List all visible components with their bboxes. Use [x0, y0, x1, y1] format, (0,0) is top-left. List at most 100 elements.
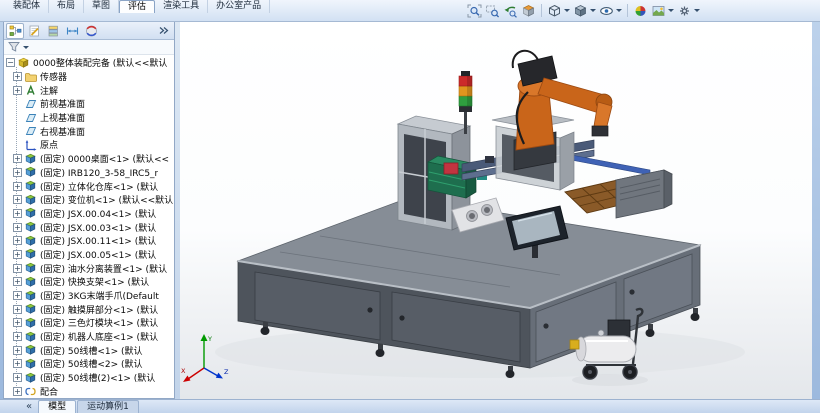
tree-item-label: (固定) 立体化仓库<1> (默认	[40, 182, 159, 193]
expander-icon[interactable]	[13, 332, 22, 342]
panel-tab-featuremanager[interactable]	[6, 22, 24, 39]
tree-root-item[interactable]: 0000整体装配完备 (默认<<默认	[4, 56, 174, 70]
expander-icon[interactable]	[13, 359, 22, 369]
tree-item-label: (固定) 三色灯模块<1> (默认	[40, 319, 159, 330]
tree-item[interactable]: (固定) 快换支架<1> (默认	[13, 275, 174, 289]
tree-item[interactable]: (固定) 油水分离装置<1> (默认	[13, 261, 174, 275]
graphics-area[interactable]: Y X Z	[180, 22, 812, 399]
expander-icon[interactable]	[13, 127, 22, 136]
expander-icon[interactable]	[13, 167, 22, 177]
tree-item[interactable]: (固定) 50线槽(2)<1> (默认	[13, 371, 174, 385]
ribbon-tab[interactable]: 草图	[84, 0, 120, 13]
tree-item[interactable]: 注解	[13, 83, 174, 97]
tree-item-label: (固定) 触摸屏部分<1> (默认	[40, 305, 159, 316]
view-orientation-icon[interactable]	[546, 3, 563, 19]
tree-item[interactable]: (固定) 变位机<1> (默认<<默认	[13, 193, 174, 207]
mates-icon	[24, 385, 38, 397]
view-settings-icon[interactable]	[676, 3, 693, 19]
apply-scene-icon[interactable]	[650, 3, 667, 19]
expander-icon[interactable]	[13, 72, 22, 82]
hide-show-items-icon[interactable]	[598, 3, 615, 19]
study-tab[interactable]: 运动算例1	[77, 400, 139, 413]
tree-item-label: 注解	[40, 86, 59, 97]
tree-item[interactable]: (固定) 50线槽<2> (默认	[13, 357, 174, 371]
expander-icon[interactable]	[13, 345, 22, 355]
ribbon-tab[interactable]: 渲染工具	[155, 0, 209, 13]
component-icon	[24, 276, 38, 288]
study-tab[interactable]: 模型	[38, 400, 77, 413]
expander-icon[interactable]	[13, 318, 22, 328]
expander-icon[interactable]	[13, 154, 22, 164]
filter-icon[interactable]	[7, 38, 21, 57]
tree-item[interactable]: 配合	[13, 385, 174, 399]
tree-item[interactable]: (固定) 3KG末端手爪(Default	[13, 289, 174, 303]
tree-item[interactable]: (固定) JSX.00.05<1> (默认	[13, 248, 174, 262]
3d-model[interactable]: Y X Z	[180, 22, 812, 399]
panel-tab-dimxpertmanager[interactable]	[63, 23, 81, 39]
tree-item[interactable]: 上视基准面	[13, 111, 174, 125]
tree-item[interactable]: (固定) JSX.00.03<1> (默认	[13, 220, 174, 234]
component-icon	[24, 290, 38, 302]
ribbon-tab[interactable]: 装配体	[5, 0, 50, 13]
tree-item[interactable]: (固定) 机器人底座<1> (默认	[13, 330, 174, 344]
tree-item-label: (固定) 变位机<1> (默认<<默认	[40, 196, 174, 207]
tree-filter-row	[4, 40, 174, 55]
tree-item[interactable]: (固定) 立体化仓库<1> (默认	[13, 179, 174, 193]
tree-item-label: 前视基准面	[40, 100, 86, 111]
tree-item[interactable]: (固定) 三色灯模块<1> (默认	[13, 316, 174, 330]
panel-tab-propertymanager[interactable]	[25, 23, 43, 39]
component-icon	[24, 235, 38, 247]
tree-item[interactable]: (固定) 50线槽<1> (默认	[13, 343, 174, 357]
tree-item[interactable]: 前视基准面	[13, 97, 174, 111]
expander-icon[interactable]	[13, 386, 22, 396]
expander-icon[interactable]	[13, 222, 22, 232]
folder-icon	[24, 71, 38, 83]
edit-appearance-icon[interactable]	[632, 3, 649, 19]
zoom-area-icon[interactable]	[484, 3, 501, 19]
ribbon-tab[interactable]: 评估	[119, 0, 156, 13]
dropdown-caret-icon[interactable]	[668, 9, 674, 12]
display-style-icon[interactable]	[572, 3, 589, 19]
expander-icon[interactable]	[13, 373, 22, 383]
expander-icon[interactable]	[13, 99, 22, 108]
expander-icon[interactable]	[13, 140, 22, 149]
expander-icon[interactable]	[13, 208, 22, 218]
expander-icon[interactable]	[13, 85, 22, 95]
controller-box[interactable]	[614, 169, 674, 219]
ribbon-tab[interactable]: 布局	[49, 0, 85, 13]
dropdown-caret-icon[interactable]	[590, 9, 596, 12]
expander-icon[interactable]	[13, 277, 22, 287]
dropdown-caret-icon[interactable]	[694, 9, 700, 12]
tree-item[interactable]: (固定) IRB120_3-58_IRC5_r	[13, 166, 174, 180]
zoom-fit-icon[interactable]	[466, 3, 483, 19]
tree-item[interactable]: 右视基准面	[13, 124, 174, 138]
dropdown-caret-icon[interactable]	[564, 9, 570, 12]
panel-tab-displaymanager[interactable]	[82, 23, 100, 39]
tree-item[interactable]: 原点	[13, 138, 174, 152]
dropdown-caret-icon[interactable]	[616, 9, 622, 12]
ribbon-tab[interactable]: 办公室产品	[208, 0, 271, 13]
tree-item[interactable]: (固定) JSX.00.11<1> (默认	[13, 234, 174, 248]
tree-item-label: (固定) 机器人底座<1> (默认	[40, 333, 159, 344]
tree-item[interactable]: (固定) 0000桌面<1> (默认<<	[13, 152, 174, 166]
previous-view-icon[interactable]	[502, 3, 519, 19]
expander-icon[interactable]	[13, 195, 22, 205]
tab-scroll-left-icon[interactable]: «	[26, 401, 32, 413]
tree-item-label: (固定) 油水分离装置<1> (默认	[40, 264, 168, 275]
triad-x-label: X	[181, 367, 186, 375]
expander-icon[interactable]	[6, 58, 15, 68]
expander-icon[interactable]	[13, 249, 22, 259]
panel-tabs-overflow-icon[interactable]	[154, 23, 172, 39]
panel-tab-configurationmanager[interactable]	[44, 23, 62, 39]
expander-icon[interactable]	[13, 181, 22, 191]
filter-dropdown-caret-icon[interactable]	[23, 45, 29, 49]
expander-icon[interactable]	[13, 113, 22, 122]
tree-item[interactable]: 传感器	[13, 70, 174, 84]
expander-icon[interactable]	[13, 263, 22, 273]
section-view-icon[interactable]	[520, 3, 537, 19]
tree-item[interactable]: (固定) 触摸屏部分<1> (默认	[13, 302, 174, 316]
expander-icon[interactable]	[13, 291, 22, 301]
expander-icon[interactable]	[13, 304, 22, 314]
tree-item[interactable]: (固定) JSX.00.04<1> (默认	[13, 207, 174, 221]
expander-icon[interactable]	[13, 236, 22, 246]
